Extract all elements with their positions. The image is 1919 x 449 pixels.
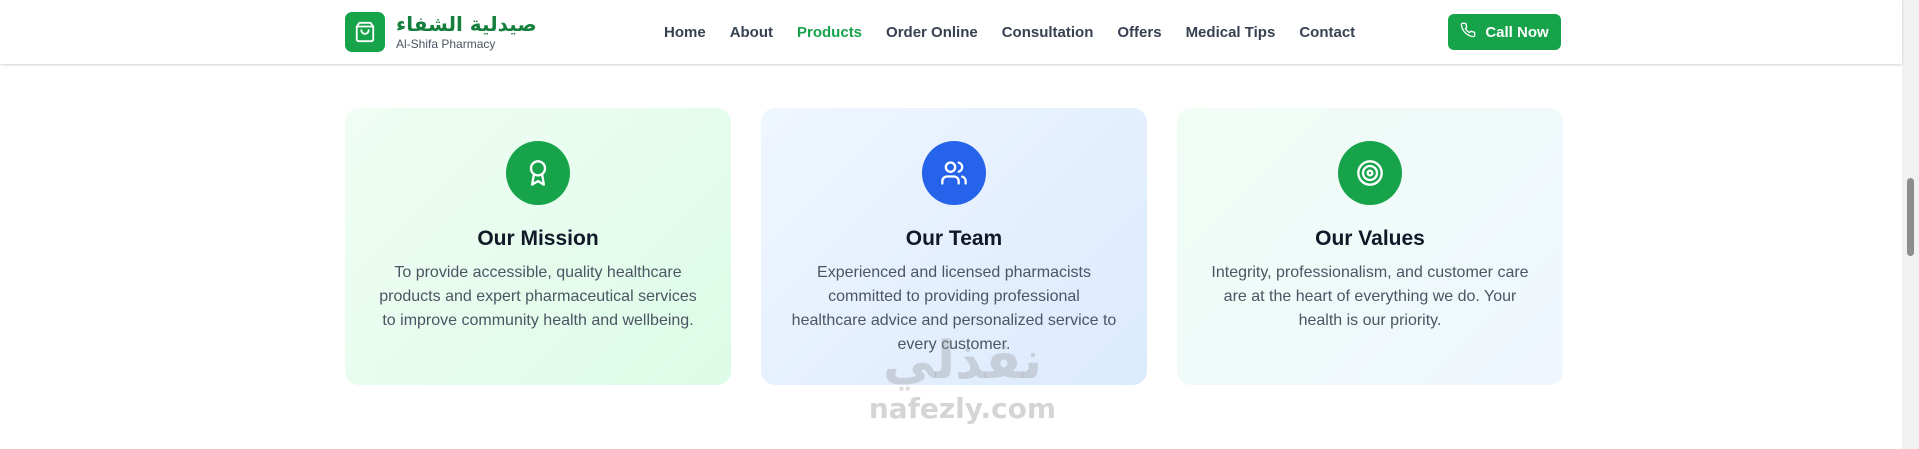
page-scrollbar[interactable] [1902,0,1919,449]
main-nav: Home About Products Order Online Consult… [664,0,1355,64]
team-card: Our Team Experienced and licensed pharma… [761,108,1147,385]
nav-about[interactable]: About [730,24,773,41]
scrollbar-thumb[interactable] [1907,178,1914,256]
card-description: Integrity, professionalism, and customer… [1211,264,1529,329]
nav-offers[interactable]: Offers [1117,24,1161,41]
nav-contact[interactable]: Contact [1299,24,1355,41]
phone-icon [1460,22,1476,42]
call-now-button[interactable]: Call Now [1448,14,1561,50]
brand[interactable]: صيدلية الشفاء Al-Shifa Pharmacy [345,12,537,52]
card-description: To provide accessible, quality healthcar… [379,264,697,329]
nav-products[interactable]: Products [797,24,862,41]
brand-name-english: Al-Shifa Pharmacy [396,37,496,51]
card-title: Our Team [905,227,1003,250]
site-header: صيدلية الشفاء Al-Shifa Pharmacy Home Abo… [0,0,1902,64]
target-icon [1338,141,1402,205]
brand-name-arabic: صيدلية الشفاء [396,12,537,36]
call-now-label: Call Now [1485,23,1549,41]
card-title: Our Mission [477,227,599,250]
users-icon [922,141,986,205]
nav-home[interactable]: Home [664,24,706,41]
nav-medical-tips[interactable]: Medical Tips [1186,24,1276,41]
watermark-english: nafezly.com [868,392,1057,425]
nav-consultation[interactable]: Consultation [1002,24,1094,41]
mission-card: Our Mission To provide accessible, quali… [345,108,731,385]
card-description: Experienced and licensed pharmacists com… [791,264,1117,353]
card-title: Our Values [1315,227,1425,250]
values-card: Our Values Integrity, professionalism, a… [1177,108,1563,385]
nav-order-online[interactable]: Order Online [886,24,978,41]
shopping-bag-icon [345,12,385,52]
award-icon [506,141,570,205]
